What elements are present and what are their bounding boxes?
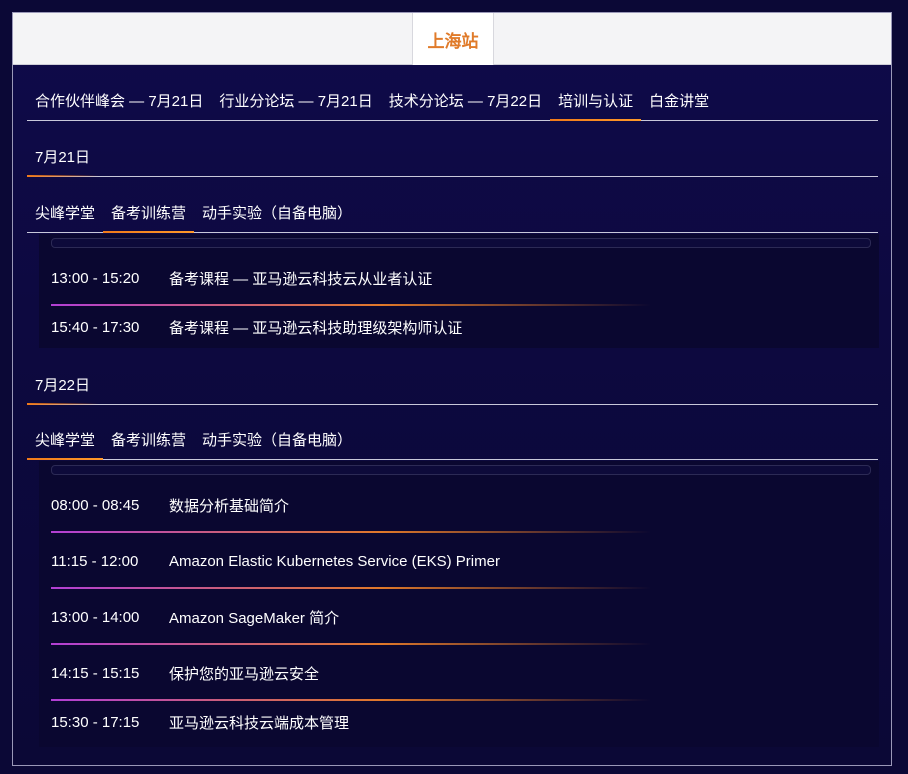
tab-shanghai[interactable]: 上海站 xyxy=(412,13,494,65)
tab-tech-forum[interactable]: 技术分论坛 — 7月22日 xyxy=(381,81,550,120)
session-time: 15:30 - 17:15 xyxy=(51,713,140,731)
tab-training-certification[interactable]: 培训与认证 xyxy=(550,81,642,121)
session-time: 13:00 - 14:00 xyxy=(51,608,140,626)
session-time: 14:15 - 15:15 xyxy=(51,664,140,682)
date-header-day2: 7月22日 xyxy=(27,365,878,405)
session-list-day1: 13:00 - 15:20 备考课程 — 亚马逊云科技云从业者认证 15:40 … xyxy=(39,234,879,348)
list-item[interactable]: 13:00 - 14:00 Amazon SageMaker 简介 xyxy=(51,589,867,645)
agenda-panel: 上海站 合作伙伴峰会 — 7月21日 行业分论坛 — 7月21日 技术分论坛 —… xyxy=(12,12,892,766)
scrollbar[interactable] xyxy=(51,238,871,248)
tab-platinum-lecture[interactable]: 白金讲堂 xyxy=(641,81,717,120)
tab-industry-forum[interactable]: 行业分论坛 — 7月21日 xyxy=(211,81,380,120)
tab-peak-academy[interactable]: 尖峰学堂 xyxy=(27,420,104,460)
session-time: 08:00 - 08:45 xyxy=(51,496,140,514)
list-item[interactable]: 11:15 - 12:00 Amazon Elastic Kubernetes … xyxy=(51,533,867,589)
tab-exam-bootcamp[interactable]: 备考训练营 xyxy=(103,193,195,233)
session-time: 11:15 - 12:00 xyxy=(51,552,139,570)
session-title: 数据分析基础简介 xyxy=(169,497,290,515)
date-header-day1: 7月21日 xyxy=(27,137,878,177)
track-tabs-day1: 尖峰学堂 备考训练营 动手实验（自备电脑） xyxy=(27,193,878,233)
list-item[interactable]: 08:00 - 08:45 数据分析基础简介 xyxy=(51,477,867,533)
session-title: Amazon SageMaker 简介 xyxy=(169,609,340,627)
date-label: 7月22日 xyxy=(27,365,100,405)
forum-tabs: 合作伙伴峰会 — 7月21日 行业分论坛 — 7月21日 技术分论坛 — 7月2… xyxy=(27,81,878,121)
list-item[interactable]: 15:30 - 17:15 亚马逊云科技云端成本管理 xyxy=(51,701,867,743)
scrollbar[interactable] xyxy=(51,465,871,475)
tab-peak-academy[interactable]: 尖峰学堂 xyxy=(27,193,103,232)
track-tabs-day2: 尖峰学堂 备考训练营 动手实验（自备电脑） xyxy=(27,420,878,460)
session-title: 备考课程 — 亚马逊云科技云从业者认证 xyxy=(169,270,433,288)
list-item[interactable]: 15:40 - 17:30 备考课程 — 亚马逊云科技助理级架构师认证 xyxy=(51,306,867,348)
session-time: 13:00 - 15:20 xyxy=(51,269,140,287)
tab-partner-summit[interactable]: 合作伙伴峰会 — 7月21日 xyxy=(27,81,211,120)
session-list-day2: 08:00 - 08:45 数据分析基础简介 11:15 - 12:00 Ama… xyxy=(39,461,879,747)
tab-exam-bootcamp[interactable]: 备考训练营 xyxy=(103,420,194,459)
session-title: 备考课程 — 亚马逊云科技助理级架构师认证 xyxy=(169,319,463,337)
date-label: 7月21日 xyxy=(27,137,100,177)
session-title: 亚马逊云科技云端成本管理 xyxy=(169,714,350,732)
session-title: 保护您的亚马逊云安全 xyxy=(169,665,320,683)
city-tab-bar: 上海站 xyxy=(13,13,891,65)
tab-hands-on-lab[interactable]: 动手实验（自备电脑） xyxy=(194,193,360,232)
session-title: Amazon Elastic Kubernetes Service (EKS) … xyxy=(169,552,500,570)
list-item[interactable]: 13:00 - 15:20 备考课程 — 亚马逊云科技云从业者认证 xyxy=(51,250,867,306)
session-time: 15:40 - 17:30 xyxy=(51,318,140,336)
tab-hands-on-lab[interactable]: 动手实验（自备电脑） xyxy=(194,420,360,459)
list-item[interactable]: 14:15 - 15:15 保护您的亚马逊云安全 xyxy=(51,645,867,701)
